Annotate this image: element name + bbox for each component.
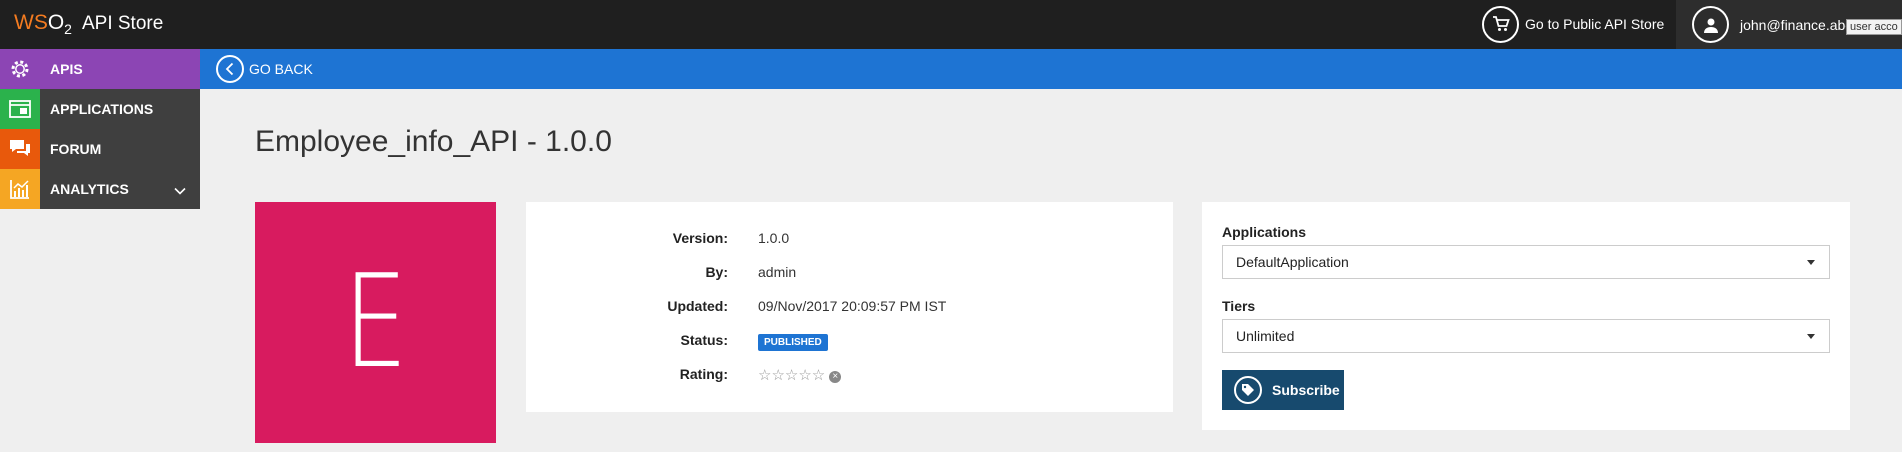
top-bar: WSO2 API Store Go to Public API Store jo… [0,0,1902,49]
by-value: admin [758,264,797,280]
api-info-panel: Version: 1.0.0 By: admin Updated: 09/Nov… [526,202,1173,412]
subscribe-label: Subscribe [1272,382,1340,398]
version-row: Version: 1.0.0 [526,230,1173,250]
public-store-label: Go to Public API Store [1525,16,1665,32]
status-label: Status: [680,332,728,348]
star-rating[interactable]: ☆☆☆☆☆ [758,367,825,384]
updated-label: Updated: [667,298,728,314]
sidebar-item-applications[interactable]: APPLICATIONS [0,89,200,129]
tiers-label: Tiers [1222,298,1256,314]
applications-label: Applications [1222,224,1307,240]
caret-down-icon [1807,334,1815,339]
sidebar: APIS APPLICATIONS FORUM ANALYTICS [0,49,200,209]
updated-value: 09/Nov/2017 20:09:57 PM IST [758,298,947,314]
api-thumbnail: E [255,202,496,443]
sidebar-item-apis[interactable]: APIS [0,49,200,89]
sidebar-item-label: FORUM [50,141,102,157]
chevron-left-icon [216,55,244,83]
status-row: Status: PUBLISHED [526,332,1173,352]
tag-icon [1234,376,1262,404]
rating-row: Rating: ☆☆☆☆☆ × [526,366,1173,386]
subscription-panel: Applications DefaultApplication Tiers Un… [1202,202,1850,430]
status-badge: PUBLISHED [758,334,828,351]
rating-label: Rating: [679,366,728,382]
applications-select[interactable]: DefaultApplication [1222,245,1830,279]
forum-chat-icon [0,129,40,169]
caret-down-icon [1807,260,1815,265]
sidebar-item-label: APPLICATIONS [50,101,154,117]
go-back-label: GO BACK [249,61,313,77]
user-email: john@finance.abc [1740,16,1853,33]
apis-gear-icon [0,49,40,89]
tiers-select-value: Unlimited [1236,328,1295,344]
app-name: API Store [81,13,164,34]
page-title: Employee_info_API - 1.0.0 [255,125,612,158]
by-label: By: [705,264,728,280]
analytics-chart-icon [0,169,40,209]
status-value: PUBLISHED [758,332,828,351]
public-store-link[interactable]: Go to Public API Store [1482,4,1664,44]
thumbnail-letter: E [343,247,408,397]
logo-mark: WSO2 [14,10,72,38]
chevron-down-icon[interactable] [174,182,186,198]
cart-icon [1482,5,1519,43]
sub-header-bar: GO BACK [200,49,1902,89]
applications-icon [0,89,40,129]
sidebar-item-analytics[interactable]: ANALYTICS [0,169,200,209]
go-back-button[interactable]: GO BACK [216,54,313,84]
user-avatar-icon [1692,6,1729,43]
subscribe-button[interactable]: Subscribe [1222,370,1344,410]
author-row: By: admin [526,264,1173,284]
rating-value: ☆☆☆☆☆ × [758,366,842,384]
sidebar-item-label: APIS [50,61,83,77]
user-tooltip: user acco [1846,19,1902,35]
sidebar-item-forum[interactable]: FORUM [0,129,200,169]
sidebar-item-label: ANALYTICS [50,181,129,197]
version-label: Version: [672,230,728,246]
applications-select-value: DefaultApplication [1236,254,1349,270]
clear-rating-icon[interactable]: × [829,371,842,383]
tiers-select[interactable]: Unlimited [1222,319,1830,353]
wso2-logo[interactable]: WSO2 API Store [14,5,163,43]
version-value: 1.0.0 [758,230,790,246]
updated-row: Updated: 09/Nov/2017 20:09:57 PM IST [526,298,1173,318]
